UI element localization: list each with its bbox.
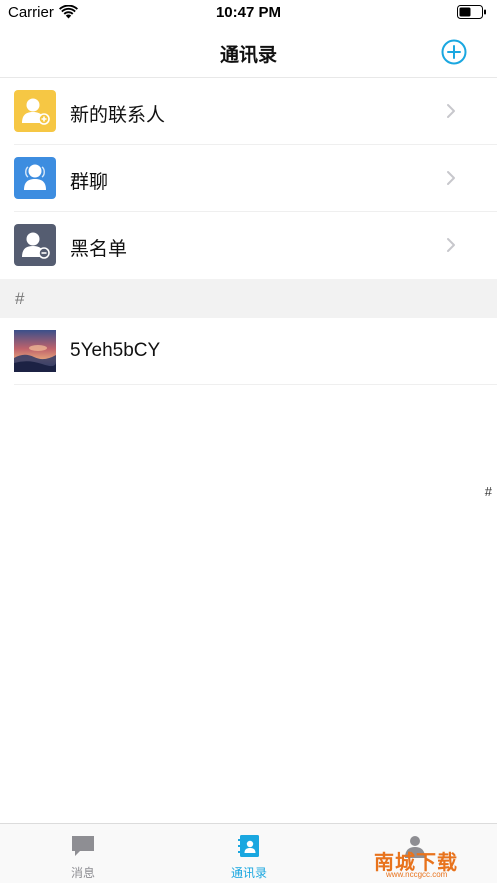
row-blacklist[interactable]: 黑名单 — [0, 212, 497, 279]
tab-messages[interactable]: 消息 — [0, 824, 166, 883]
contact-menu-list: 新的联系人 群聊 黑名单 — [0, 78, 497, 279]
tab-label: 通讯录 — [230, 866, 267, 880]
watermark-logo: 南城下载 www.nccgcc.com — [372, 846, 490, 882]
chevron-right-icon — [447, 238, 455, 252]
blacklist-icon — [14, 224, 56, 266]
add-contact-icon — [14, 90, 56, 132]
battery-icon — [457, 5, 486, 19]
add-contact-button[interactable] — [441, 39, 467, 65]
chevron-right-icon — [447, 171, 455, 185]
status-bar: Carrier 10:47 PM — [0, 0, 497, 26]
watermark-url: www.nccgcc.com — [386, 870, 448, 879]
index-item[interactable]: # — [485, 484, 492, 499]
contacts-book-icon — [238, 835, 259, 857]
chat-bubble-icon — [72, 836, 94, 856]
row-new-contacts[interactable]: 新的联系人 — [0, 78, 497, 145]
page-title: 通讯录 — [219, 45, 277, 66]
group-chat-icon — [14, 157, 56, 199]
avatar — [14, 330, 56, 372]
row-label: 黑名单 — [70, 239, 128, 260]
chevron-right-icon — [447, 104, 455, 118]
row-label: 新的联系人 — [70, 105, 166, 126]
contact-name: 5Yeh5bCY — [70, 340, 161, 361]
divider — [14, 384, 497, 385]
contact-row[interactable]: 5Yeh5bCY — [0, 318, 497, 385]
row-group-chats[interactable]: 群聊 — [0, 145, 497, 212]
clock: 10:47 PM — [215, 4, 282, 21]
navigation-bar: 通讯录 — [0, 26, 497, 78]
section-header-label: # — [15, 289, 25, 308]
tab-contacts[interactable]: 通讯录 — [166, 824, 332, 883]
row-label: 群聊 — [70, 172, 109, 193]
section-header: # — [0, 279, 497, 318]
tab-label: 消息 — [70, 866, 95, 880]
section-index-bar[interactable]: # — [485, 484, 492, 499]
